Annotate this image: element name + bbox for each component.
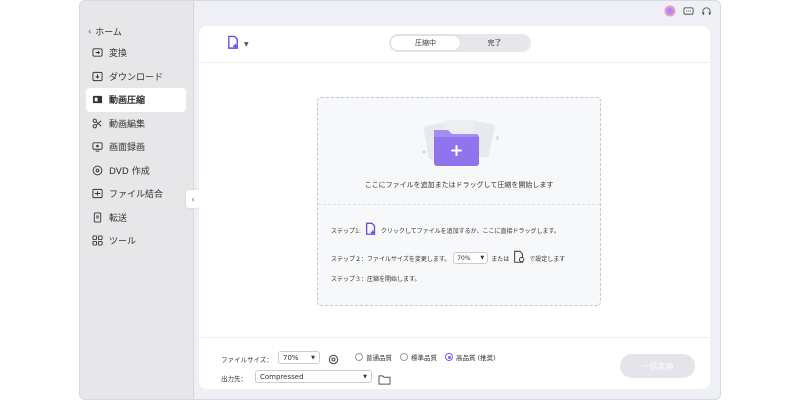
quality-normal-radio[interactable]: 普通品質: [355, 352, 392, 362]
toolbox-icon: [92, 235, 103, 246]
settings-gear-icon[interactable]: [327, 351, 340, 370]
folder-open-icon[interactable]: [378, 370, 391, 389]
settings-file-icon[interactable]: [512, 250, 526, 266]
add-file-icon[interactable]: [364, 222, 378, 238]
add-folder-icon[interactable]: [416, 118, 506, 178]
home-link[interactable]: ‹ ホーム: [88, 25, 122, 38]
header-divider: [199, 62, 710, 63]
sidebar-item-label: 変換: [109, 49, 128, 60]
step-2: ステップ２：ファイルサイズを変更します。 70% ▼ または で設定します: [331, 250, 565, 266]
output-label: 出力先：: [221, 375, 247, 383]
sidebar-item-label: ファイル結合: [109, 190, 164, 201]
step-3: ステップ３：圧縮を開始します。: [331, 274, 420, 283]
step-2-or: または: [491, 255, 510, 263]
sidebar-item-convert[interactable]: 変換: [86, 41, 186, 65]
top-right-toolbar: [664, 5, 712, 17]
radio-circle: [400, 353, 408, 361]
file-size-label: ファイルサイズ：: [221, 356, 273, 364]
sidebar-item-screen-record[interactable]: 画面録画: [86, 135, 186, 159]
sidebar-item-label: 画面録画: [109, 143, 146, 154]
radio-circle-checked: [445, 353, 453, 361]
sidebar-item-compress[interactable]: 動画圧縮: [86, 88, 186, 112]
sidebar-item-download[interactable]: ダウンロード: [86, 65, 186, 89]
step-1-label: ステップ1:: [331, 227, 361, 235]
message-icon[interactable]: [682, 5, 694, 17]
step-1: ステップ1: クリックしてファイルを追加するか、ここに直接ドラッグします。: [331, 222, 560, 238]
dvd-icon: [92, 165, 103, 176]
step-2-suffix: で設定します: [529, 255, 566, 263]
convert-icon: [92, 47, 103, 58]
sidebar-item-label: 転送: [109, 213, 128, 224]
footer-divider: [199, 337, 710, 338]
add-file-button[interactable]: ▼: [226, 35, 249, 54]
chevron-left-icon: ‹: [191, 194, 195, 204]
chevron-down-icon: ▼: [480, 255, 485, 261]
scissors-icon: [92, 118, 103, 129]
chevron-left-icon: ‹: [88, 27, 92, 36]
screen-record-icon: [92, 141, 103, 152]
quality-high-radio[interactable]: 高品質 (推奨): [445, 352, 496, 362]
sidebar-item-label: 動画圧縮: [109, 96, 146, 107]
main-panel: ▼ 圧縮中 完了 ここにファイルを追加またはドラッグして圧縮を開始します ステッ…: [199, 26, 710, 389]
transfer-icon: [92, 212, 103, 223]
size-percent-value: 70%: [457, 254, 471, 262]
output-folder-value: Compressed: [260, 372, 304, 381]
batch-convert-button[interactable]: 一括変換: [620, 354, 695, 378]
sidebar-item-dvd[interactable]: DVD 作成: [86, 159, 186, 183]
quality-high-label: 高品質 (推奨): [456, 354, 496, 362]
sidebar-item-tools[interactable]: ツール: [86, 229, 186, 253]
step-1-text: クリックしてファイルを追加するか、ここに直接ドラッグします。: [380, 227, 560, 235]
size-percent-select[interactable]: 70% ▼: [453, 252, 489, 264]
app-window: ‹ ホーム 変換 ダウンロード 動画圧縮 動画編集 画面録画 DVD 作成 ファ…: [79, 0, 721, 400]
merge-icon: [92, 188, 103, 199]
dropzone-divider: [318, 204, 600, 205]
sidebar-item-label: 動画編集: [109, 119, 146, 130]
quality-options: 普通品質 標準品質 高品質 (推奨): [355, 352, 496, 362]
chevron-down-icon: ▼: [311, 354, 315, 361]
sidebar-item-label: DVD 作成: [109, 166, 150, 177]
headset-icon[interactable]: [700, 5, 712, 17]
home-label: ホーム: [95, 28, 122, 38]
compress-icon: [92, 94, 103, 105]
quality-standard-label: 標準品質: [411, 354, 437, 362]
drop-instruction: ここにファイルを追加またはドラッグして圧縮を開始します: [364, 181, 554, 189]
collapse-sidebar-button[interactable]: ‹: [186, 190, 200, 208]
sidebar-item-transfer[interactable]: 転送: [86, 206, 186, 230]
step-3-label: ステップ３：圧縮を開始します。: [331, 276, 421, 283]
sidebar-item-merge[interactable]: ファイル結合: [86, 182, 186, 206]
download-icon: [92, 71, 103, 82]
sidebar-nav: 変換 ダウンロード 動画圧縮 動画編集 画面録画 DVD 作成 ファイル結合 転…: [86, 41, 186, 253]
sidebar-item-label: ツール: [109, 237, 137, 248]
add-file-icon: [226, 35, 241, 54]
file-size-value: 70%: [283, 353, 299, 362]
sidebar-item-edit[interactable]: 動画編集: [86, 112, 186, 136]
sidebar: ‹ ホーム 変換 ダウンロード 動画圧縮 動画編集 画面録画 DVD 作成 ファ…: [80, 1, 194, 399]
chevron-down-icon: ▼: [244, 41, 249, 48]
quality-normal-label: 普通品質: [366, 354, 392, 362]
step-2-label: ステップ２：ファイルサイズを変更します。: [331, 255, 451, 263]
drop-zone[interactable]: ここにファイルを追加またはドラッグして圧縮を開始します ステップ1: クリックし…: [317, 97, 601, 306]
sidebar-item-label: ダウンロード: [109, 72, 164, 83]
tab-compressing[interactable]: 圧縮中: [391, 36, 460, 50]
user-avatar-icon[interactable]: [664, 5, 676, 17]
tab-completed[interactable]: 完了: [460, 36, 529, 50]
radio-circle: [355, 353, 363, 361]
file-size-select[interactable]: 70% ▼: [278, 351, 320, 364]
output-folder-select[interactable]: Compressed ▼: [255, 370, 372, 383]
quality-standard-radio[interactable]: 標準品質: [400, 352, 437, 362]
status-tabs: 圧縮中 完了: [389, 34, 531, 52]
chevron-down-icon: ▼: [363, 373, 367, 380]
